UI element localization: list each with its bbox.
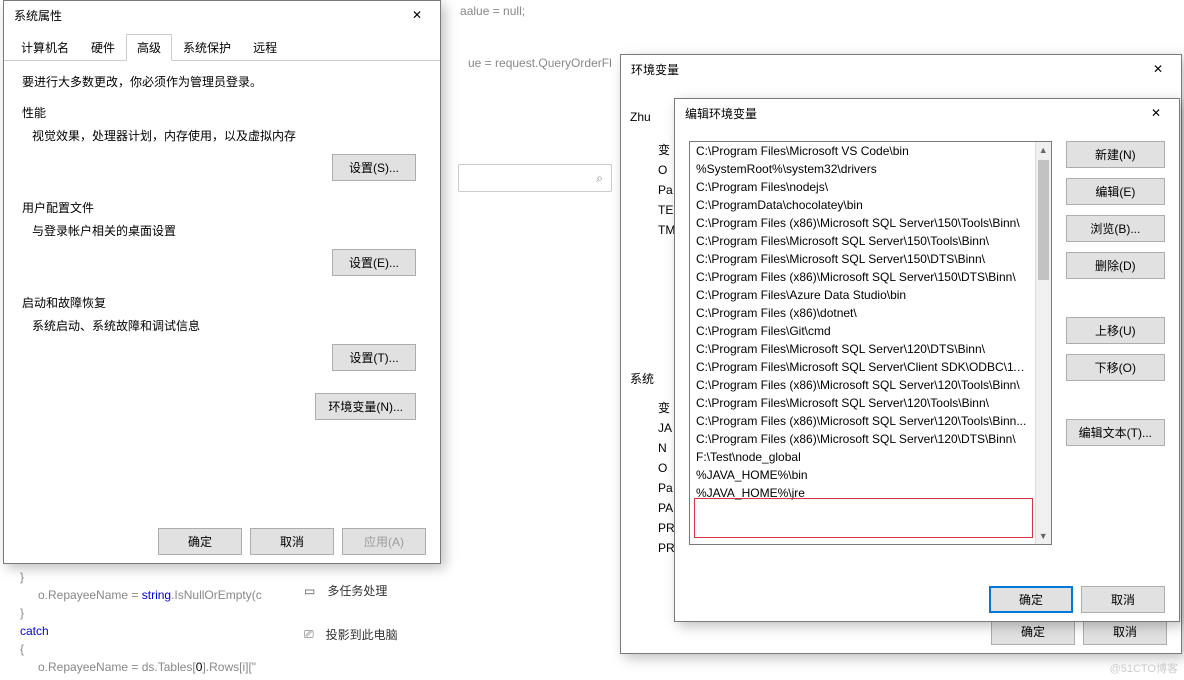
- edit-button[interactable]: 编辑(E): [1066, 178, 1165, 205]
- zhu-label: Zhu: [630, 110, 651, 124]
- tab-computer-name[interactable]: 计算机名: [10, 34, 80, 61]
- cancel-button[interactable]: 取消: [1083, 618, 1167, 645]
- settings-t-button[interactable]: 设置(T)...: [332, 344, 416, 371]
- dialog-title: 环境变量: [631, 61, 679, 78]
- apply-button[interactable]: 应用(A): [342, 528, 426, 555]
- settings-label: 投影到此电脑: [326, 626, 398, 643]
- cancel-button[interactable]: 取消: [1081, 586, 1165, 613]
- list-item[interactable]: F:\Test\node_global: [690, 448, 1035, 466]
- list-item[interactable]: C:\Program Files (x86)\Microsoft SQL Ser…: [690, 214, 1035, 232]
- ok-button[interactable]: 确定: [158, 528, 242, 555]
- user-var-labels: 变 O Pa TE TM: [658, 140, 675, 240]
- list-item[interactable]: C:\Program Files\Microsoft VS Code\bin: [690, 142, 1035, 160]
- delete-button[interactable]: 删除(D): [1066, 252, 1165, 279]
- tabs: 计算机名 硬件 高级 系统保护 远程: [4, 33, 440, 61]
- sys-section-label: 系统: [630, 370, 654, 387]
- scroll-down-icon[interactable]: ▼: [1036, 528, 1051, 544]
- settings-project[interactable]: ⎚ 投影到此电脑: [304, 626, 398, 643]
- tab-hardware[interactable]: 硬件: [80, 34, 126, 61]
- list-item[interactable]: C:\Program Files\Microsoft SQL Server\15…: [690, 232, 1035, 250]
- move-up-button[interactable]: 上移(U): [1066, 317, 1165, 344]
- list-item[interactable]: C:\Program Files (x86)\Microsoft SQL Ser…: [690, 430, 1035, 448]
- watermark: @51CTO博客: [1110, 660, 1178, 676]
- perf-title: 性能: [22, 104, 422, 121]
- list-item[interactable]: C:\Program Files\Microsoft SQL Server\12…: [690, 394, 1035, 412]
- list-item[interactable]: %SystemRoot%\system32\drivers: [690, 160, 1035, 178]
- tab-remote[interactable]: 远程: [242, 34, 288, 61]
- dialog-title: 系统属性: [14, 7, 62, 24]
- startup-title: 启动和故障恢复: [22, 294, 422, 311]
- close-icon[interactable]: ✕: [1139, 58, 1177, 80]
- profile-desc: 与登录帐户相关的桌面设置: [32, 222, 422, 239]
- code-bg: aalue = null;: [440, 2, 1184, 20]
- list-item[interactable]: C:\Program Files (x86)\dotnet\: [690, 304, 1035, 322]
- settings-e-button[interactable]: 设置(E)...: [332, 249, 416, 276]
- close-icon[interactable]: ✕: [398, 4, 436, 26]
- perf-desc: 视觉效果，处理器计划，内存使用，以及虚拟内存: [32, 127, 422, 144]
- settings-multitask[interactable]: ▭ 多任务处理: [304, 582, 387, 599]
- search-input[interactable]: ⌕: [458, 164, 612, 192]
- settings-label: 多任务处理: [327, 582, 387, 599]
- list-item[interactable]: C:\Program Files\Azure Data Studio\bin: [690, 286, 1035, 304]
- list-item[interactable]: %JAVA_HOME%\jre: [690, 484, 1035, 502]
- project-icon: ⎚: [304, 627, 314, 642]
- settings-s-button[interactable]: 设置(S)...: [332, 154, 416, 181]
- cancel-button[interactable]: 取消: [250, 528, 334, 555]
- list-item[interactable]: C:\ProgramData\chocolatey\bin: [690, 196, 1035, 214]
- list-item[interactable]: C:\Program Files (x86)\Microsoft SQL Ser…: [690, 268, 1035, 286]
- new-button[interactable]: 新建(N): [1066, 141, 1165, 168]
- highlight-box: [694, 498, 1033, 538]
- move-down-button[interactable]: 下移(O): [1066, 354, 1165, 381]
- tab-advanced[interactable]: 高级: [126, 34, 172, 61]
- intro-text: 要进行大多数更改，你必须作为管理员登录。: [22, 73, 422, 90]
- list-item[interactable]: %JAVA_HOME%\bin: [690, 466, 1035, 484]
- edit-env-variable-dialog: 编辑环境变量 ✕ C:\Program Files\Microsoft VS C…: [674, 98, 1180, 622]
- scroll-thumb[interactable]: [1038, 160, 1049, 280]
- edit-text-button[interactable]: 编辑文本(T)...: [1066, 419, 1165, 446]
- list-item[interactable]: C:\Program Files\Microsoft SQL Server\12…: [690, 340, 1035, 358]
- ok-button[interactable]: 确定: [991, 618, 1075, 645]
- env-variables-button[interactable]: 环境变量(N)...: [315, 393, 416, 420]
- list-item[interactable]: C:\Program Files\nodejs\: [690, 178, 1035, 196]
- list-item[interactable]: C:\Program Files\Microsoft SQL Server\Cl…: [690, 358, 1035, 376]
- scrollbar[interactable]: ▲ ▼: [1035, 142, 1051, 544]
- scroll-up-icon[interactable]: ▲: [1036, 142, 1051, 158]
- list-item[interactable]: C:\Program Files\Git\cmd: [690, 322, 1035, 340]
- list-item[interactable]: C:\Program Files\Microsoft SQL Server\15…: [690, 250, 1035, 268]
- startup-desc: 系统启动、系统故障和调试信息: [32, 317, 422, 334]
- list-item[interactable]: C:\Program Files (x86)\Microsoft SQL Ser…: [690, 412, 1035, 430]
- profile-title: 用户配置文件: [22, 199, 422, 216]
- list-item[interactable]: C:\Program Files (x86)\Microsoft SQL Ser…: [690, 376, 1035, 394]
- system-properties-dialog: 系统属性 ✕ 计算机名 硬件 高级 系统保护 远程 要进行大多数更改，你必须作为…: [3, 0, 441, 564]
- titlebar: 系统属性 ✕: [4, 1, 440, 29]
- browse-button[interactable]: 浏览(B)...: [1066, 215, 1165, 242]
- search-icon: ⌕: [596, 171, 603, 186]
- multitask-icon: ▭: [304, 584, 315, 598]
- dialog-title: 编辑环境变量: [685, 105, 757, 122]
- sys-var-labels: 变 JA N O Pa PA PR PR: [658, 398, 675, 558]
- close-icon[interactable]: ✕: [1137, 102, 1175, 124]
- ok-button[interactable]: 确定: [989, 586, 1073, 613]
- tab-system-protection[interactable]: 系统保护: [172, 34, 242, 61]
- path-listbox[interactable]: C:\Program Files\Microsoft VS Code\bin%S…: [689, 141, 1052, 545]
